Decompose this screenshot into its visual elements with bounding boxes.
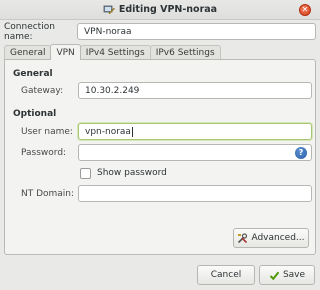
tab-general[interactable]: General	[4, 45, 52, 60]
general-heading: General	[13, 69, 53, 79]
save-label: Save	[282, 270, 306, 280]
gateway-label: Gateway:	[21, 86, 64, 96]
show-password-checkbox[interactable]	[80, 168, 91, 179]
close-icon: ✕	[301, 5, 309, 14]
nt-domain-label: NT Domain:	[21, 189, 75, 199]
gateway-input[interactable]: 10.30.2.249	[78, 82, 312, 99]
username-input[interactable]: vpn-noraa	[78, 123, 312, 140]
connection-name-row: Connection name: VPN-noraa	[4, 21, 316, 42]
save-button[interactable]: Save	[259, 265, 315, 285]
help-icon[interactable]: ?	[295, 147, 307, 159]
username-value: vpn-noraa	[85, 126, 131, 137]
password-label: Password:	[21, 148, 67, 158]
connection-name-label: Connection name:	[4, 21, 55, 42]
tab-ipv4-settings[interactable]: IPv4 Settings	[79, 45, 151, 60]
title-wrap: Editing VPN-noraa	[103, 4, 217, 16]
network-editor-icon	[103, 4, 115, 16]
connection-name-input[interactable]: VPN-noraa	[77, 23, 316, 40]
nt-domain-input[interactable]	[78, 185, 312, 202]
password-input[interactable]: ?	[78, 144, 312, 161]
username-label: User name:	[21, 127, 73, 137]
vpn-panel: General Gateway: 10.30.2.249 Optional Us…	[4, 59, 316, 255]
tab-bar: General VPN IPv4 Settings IPv6 Settings	[4, 44, 221, 60]
show-password-label[interactable]: Show password	[97, 168, 167, 178]
titlebar: Editing VPN-noraa ✕	[0, 0, 320, 20]
advanced-label: Advanced...	[251, 233, 305, 243]
window-title: Editing VPN-noraa	[118, 4, 218, 15]
tab-vpn[interactable]: VPN	[50, 44, 81, 60]
advanced-button[interactable]: Advanced...	[233, 228, 309, 248]
optional-heading: Optional	[13, 109, 57, 119]
tab-ipv6-settings[interactable]: IPv6 Settings	[149, 45, 221, 60]
text-caret	[131, 126, 133, 137]
checkmark-icon	[269, 270, 280, 281]
cancel-button[interactable]: Cancel	[197, 265, 255, 285]
tools-icon	[237, 232, 248, 244]
close-button[interactable]: ✕	[299, 4, 311, 16]
